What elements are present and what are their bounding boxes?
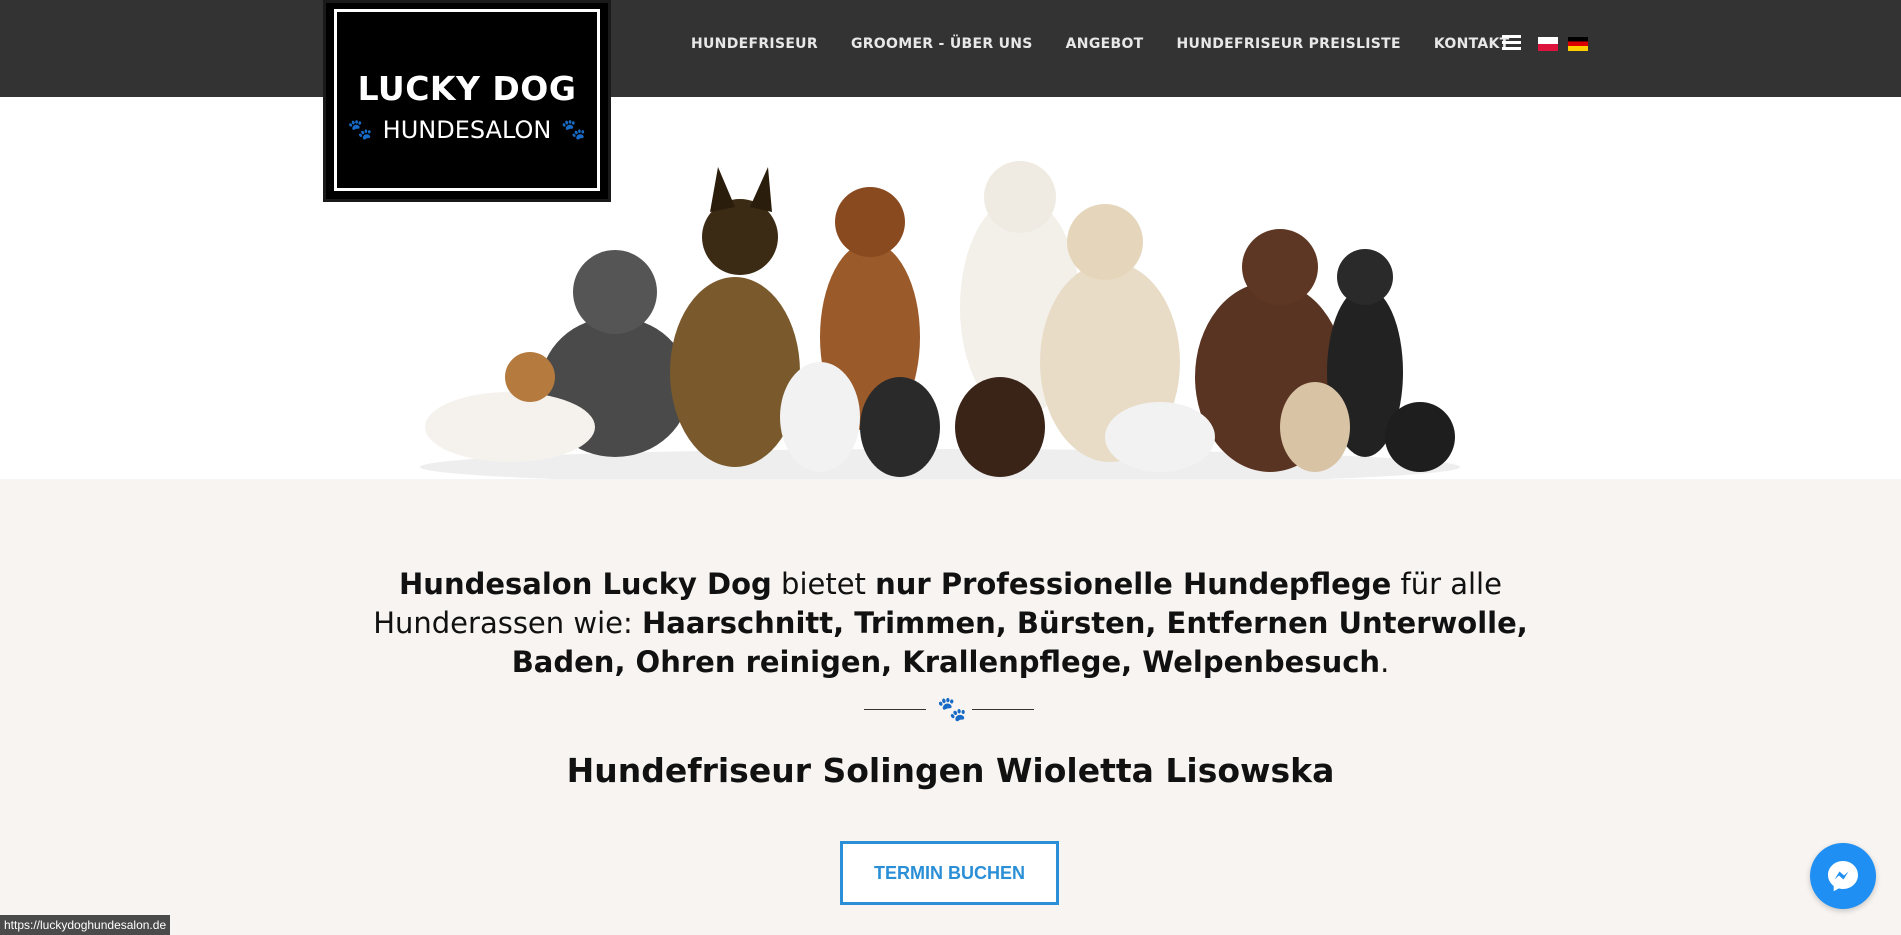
page-subtitle: Hundefriseur Solingen Wioletta Lisowska — [566, 751, 1335, 790]
hamburger-menu-icon[interactable] — [1502, 35, 1521, 51]
paw-icon: 🐾 — [937, 696, 967, 723]
nav-groomer-ueber-uns[interactable]: GROOMER - ÜBER UNS — [851, 36, 1033, 52]
logo-subtitle: HUNDESALON — [382, 116, 552, 144]
messenger-glyph — [1828, 861, 1858, 892]
nav-angebot[interactable]: ANGEBOT — [1066, 36, 1144, 52]
logo-title: LUCKY DOG — [357, 69, 577, 108]
intro-bold-3: Haarschnitt, Trimmen, Bürsten, Entfernen… — [511, 606, 1528, 679]
logo-frame: LUCKY DOG 🐾 HUNDESALON 🐾 — [334, 9, 600, 191]
book-appointment-button[interactable]: TERMIN BUCHEN — [840, 841, 1059, 905]
main-nav: HUNDEFRISEUR GROOMER - ÜBER UNS ANGEBOT … — [691, 36, 1543, 52]
intro-text: Hundesalon Lucky Dog bietet nur Professi… — [360, 565, 1541, 682]
nav-kontakt[interactable]: KONTAKT — [1434, 36, 1510, 52]
polish-flag-icon[interactable] — [1538, 37, 1558, 51]
messenger-chat-icon[interactable] — [1810, 843, 1876, 909]
paw-icon: 🐾 — [347, 117, 373, 141]
intro-bold-2: nur Professionelle Hundepflege — [875, 567, 1392, 601]
intro-bold-1: Hundesalon Lucky Dog — [399, 567, 772, 601]
intro-text-3: . — [1380, 645, 1390, 679]
site-logo[interactable]: LUCKY DOG 🐾 HUNDESALON 🐾 — [323, 0, 611, 202]
german-flag-icon[interactable] — [1568, 37, 1588, 51]
status-bar-url: https://luckydoghundesalon.de — [0, 915, 171, 935]
logo-subtitle-row: 🐾 HUNDESALON 🐾 — [337, 116, 597, 144]
nav-hundefriseur[interactable]: HUNDEFRISEUR — [691, 36, 818, 52]
hero-dogs-image — [0, 97, 1901, 479]
paw-divider: 🐾 — [864, 696, 1034, 723]
nav-preisliste[interactable]: HUNDEFRISEUR PREISLISTE — [1177, 36, 1401, 52]
top-navigation-bar: HUNDEFRISEUR GROOMER - ÜBER UNS ANGEBOT … — [0, 0, 1901, 97]
intro-text-1: bietet — [771, 567, 876, 601]
paw-icon: 🐾 — [561, 117, 587, 141]
main-content: Hundesalon Lucky Dog bietet nur Professi… — [0, 479, 1901, 935]
